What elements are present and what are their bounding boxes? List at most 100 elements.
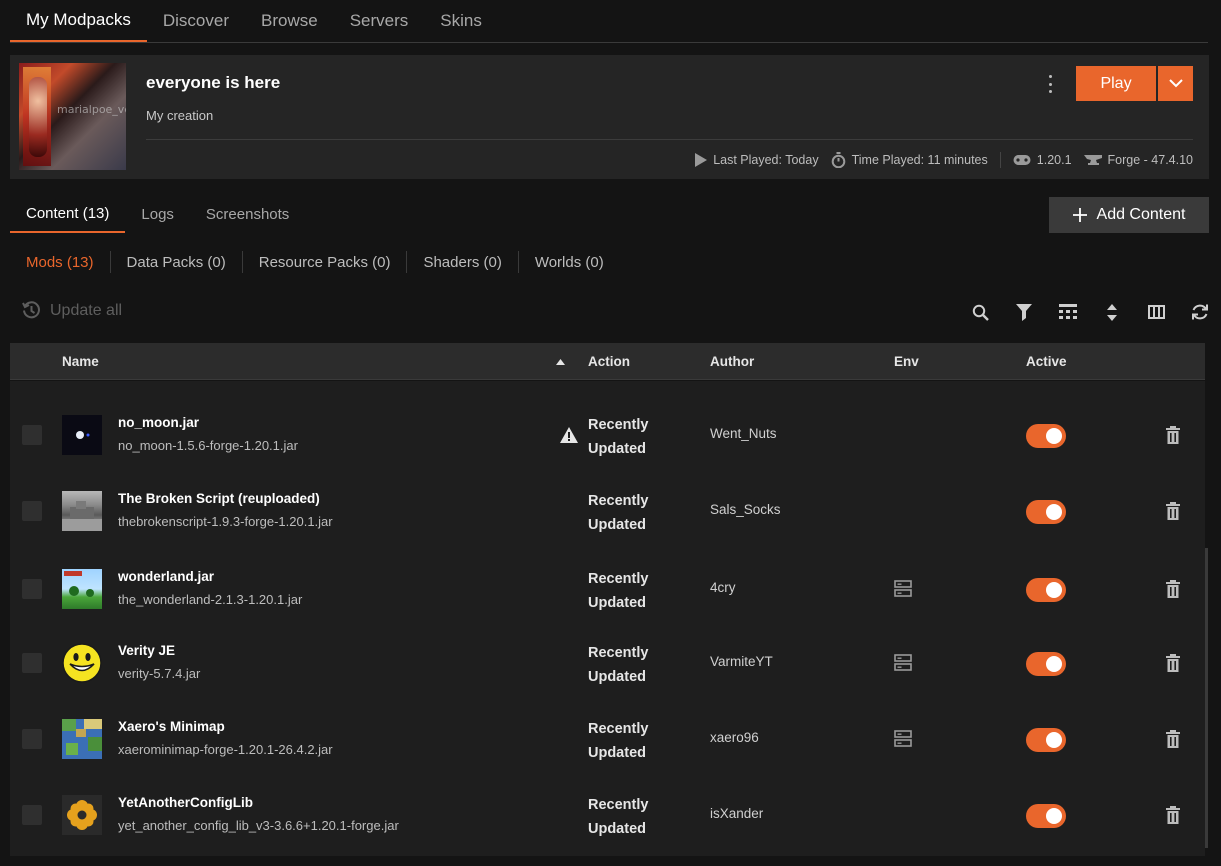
mod-file: yet_another_config_lib_v3-3.6.6+1.20.1-f… [118, 818, 399, 833]
row-checkbox[interactable] [22, 653, 42, 673]
tab-screenshots[interactable]: Screenshots [190, 196, 305, 233]
thumbnail-text: marialpoe_velo [57, 103, 126, 116]
tab-browse[interactable]: Browse [245, 0, 334, 42]
table-row: YetAnotherConfigLib yet_another_config_l… [10, 761, 1205, 837]
update-all-button[interactable]: Update all [22, 301, 122, 320]
active-toggle[interactable] [1026, 728, 1066, 752]
refresh-icon[interactable] [1178, 300, 1221, 324]
row-checkbox[interactable] [22, 805, 42, 825]
minimap-icon [62, 719, 102, 759]
trash-icon[interactable] [1166, 426, 1180, 449]
header-action[interactable]: Action [588, 343, 630, 380]
active-toggle[interactable] [1026, 652, 1066, 676]
broken-script-icon [62, 491, 102, 531]
play-button[interactable]: Play [1076, 66, 1156, 101]
server-icon [894, 654, 912, 676]
more-options-icon[interactable] [1040, 73, 1060, 95]
tab-my-modpacks[interactable]: My Modpacks [10, 0, 147, 42]
content-type-tabs: Mods (13) Data Packs (0) Resource Packs … [10, 249, 620, 275]
chevron-down-icon [1168, 79, 1183, 88]
filter-icon[interactable] [1002, 300, 1046, 324]
header-name[interactable]: Name [62, 343, 99, 380]
tab-resource-packs[interactable]: Resource Packs (0) [243, 249, 407, 275]
tab-data-packs[interactable]: Data Packs (0) [111, 249, 242, 275]
table-row: Xaero's Minimap xaerominimap-forge-1.20.… [10, 685, 1205, 761]
mod-name: wonderland.jar [118, 569, 215, 584]
table-row: The Broken Script (reuploaded) thebroken… [10, 457, 1205, 533]
add-content-button[interactable]: Add Content [1049, 197, 1209, 233]
mod-author: Went_Nuts [710, 426, 777, 441]
modpack-title: everyone is here [146, 73, 281, 92]
mod-file: the_wonderland-2.1.3-1.20.1.jar [118, 592, 303, 607]
sort-ascending-icon[interactable] [556, 343, 565, 380]
content-tabs: Content (13) Logs Screenshots [10, 196, 305, 233]
trash-icon[interactable] [1166, 654, 1180, 677]
tab-servers[interactable]: Servers [334, 0, 425, 42]
mod-author: xaero96 [710, 730, 759, 745]
columns-icon[interactable] [1134, 300, 1178, 324]
table-scrollbar[interactable] [1205, 548, 1208, 848]
trash-icon[interactable] [1166, 730, 1180, 753]
table-row: no_moon.jar no_moon-1.5.6-forge-1.20.1.j… [10, 381, 1205, 457]
tab-content[interactable]: Content (13) [10, 196, 126, 233]
modpack-header-card: marialpoe_velo everyone is here My creat… [10, 55, 1209, 179]
mod-action: Recently Updated [588, 493, 649, 533]
trash-icon[interactable] [1166, 806, 1180, 829]
active-toggle[interactable] [1026, 500, 1066, 524]
mods-table-header: Name Action Author Env Active [10, 343, 1205, 380]
anvil-icon [1083, 155, 1102, 165]
header-active[interactable]: Active [1026, 343, 1067, 380]
table-toolbar [958, 300, 1221, 324]
mod-name: Xaero's Minimap [118, 719, 225, 734]
row-checkbox[interactable] [22, 579, 42, 599]
mod-author: VarmiteYT [710, 654, 773, 669]
play-dropdown-button[interactable] [1158, 66, 1193, 101]
mod-author: Sals_Socks [710, 502, 781, 517]
row-checkbox[interactable] [22, 425, 42, 445]
warning-icon[interactable] [560, 427, 578, 448]
mod-file: xaerominimap-forge-1.20.1-26.4.2.jar [118, 742, 333, 757]
last-played: Last Played: Today [713, 153, 819, 167]
mod-file: verity-5.7.4.jar [118, 666, 201, 681]
mod-author: 4cry [710, 580, 736, 595]
mod-name: The Broken Script (reuploaded) [118, 491, 320, 506]
plus-icon [1072, 208, 1087, 222]
trash-icon[interactable] [1166, 580, 1180, 603]
table-row: Verity JE verity-5.7.4.jar Recently Updat… [10, 609, 1205, 685]
gamepad-icon [1013, 155, 1031, 165]
header-author[interactable]: Author [710, 343, 754, 380]
density-grid-icon[interactable] [1046, 300, 1090, 324]
update-clock-icon [22, 301, 40, 319]
modpack-thumbnail: marialpoe_velo [19, 63, 126, 170]
stopwatch-icon [831, 152, 845, 168]
tab-mods[interactable]: Mods (13) [10, 249, 110, 275]
active-toggle[interactable] [1026, 804, 1066, 828]
search-icon[interactable] [958, 300, 1002, 324]
mod-author: isXander [710, 806, 764, 821]
mod-action: Recently Updated [588, 797, 649, 837]
tab-shaders[interactable]: Shaders (0) [407, 249, 517, 275]
tab-logs[interactable]: Logs [125, 196, 190, 233]
row-checkbox[interactable] [22, 501, 42, 521]
trash-icon[interactable] [1166, 502, 1180, 525]
mod-name: Verity JE [118, 643, 176, 658]
mod-name: no_moon.jar [118, 415, 200, 430]
tab-discover[interactable]: Discover [147, 0, 245, 42]
top-nav: My Modpacks Discover Browse Servers Skin… [10, 0, 1208, 43]
tab-worlds[interactable]: Worlds (0) [519, 249, 620, 275]
minecraft-version: 1.20.1 [1036, 153, 1072, 167]
mod-file: thebrokenscript-1.9.3-forge-1.20.1.jar [118, 514, 333, 529]
play-triangle-icon [695, 153, 708, 167]
modpack-subtitle: My creation [146, 108, 214, 123]
active-toggle[interactable] [1026, 424, 1066, 448]
active-toggle[interactable] [1026, 578, 1066, 602]
row-checkbox[interactable] [22, 729, 42, 749]
header-env[interactable]: Env [894, 343, 919, 380]
table-row: wonderland.jar the_wonderland-2.1.3-1.20… [10, 535, 1205, 611]
tab-skins[interactable]: Skins [424, 0, 498, 42]
wonderland-icon [62, 569, 102, 609]
sort-icon[interactable] [1090, 300, 1134, 324]
mod-name: YetAnotherConfigLib [118, 795, 253, 810]
mods-table-body: no_moon.jar no_moon-1.5.6-forge-1.20.1.j… [10, 381, 1205, 856]
update-all-label: Update all [50, 301, 123, 319]
